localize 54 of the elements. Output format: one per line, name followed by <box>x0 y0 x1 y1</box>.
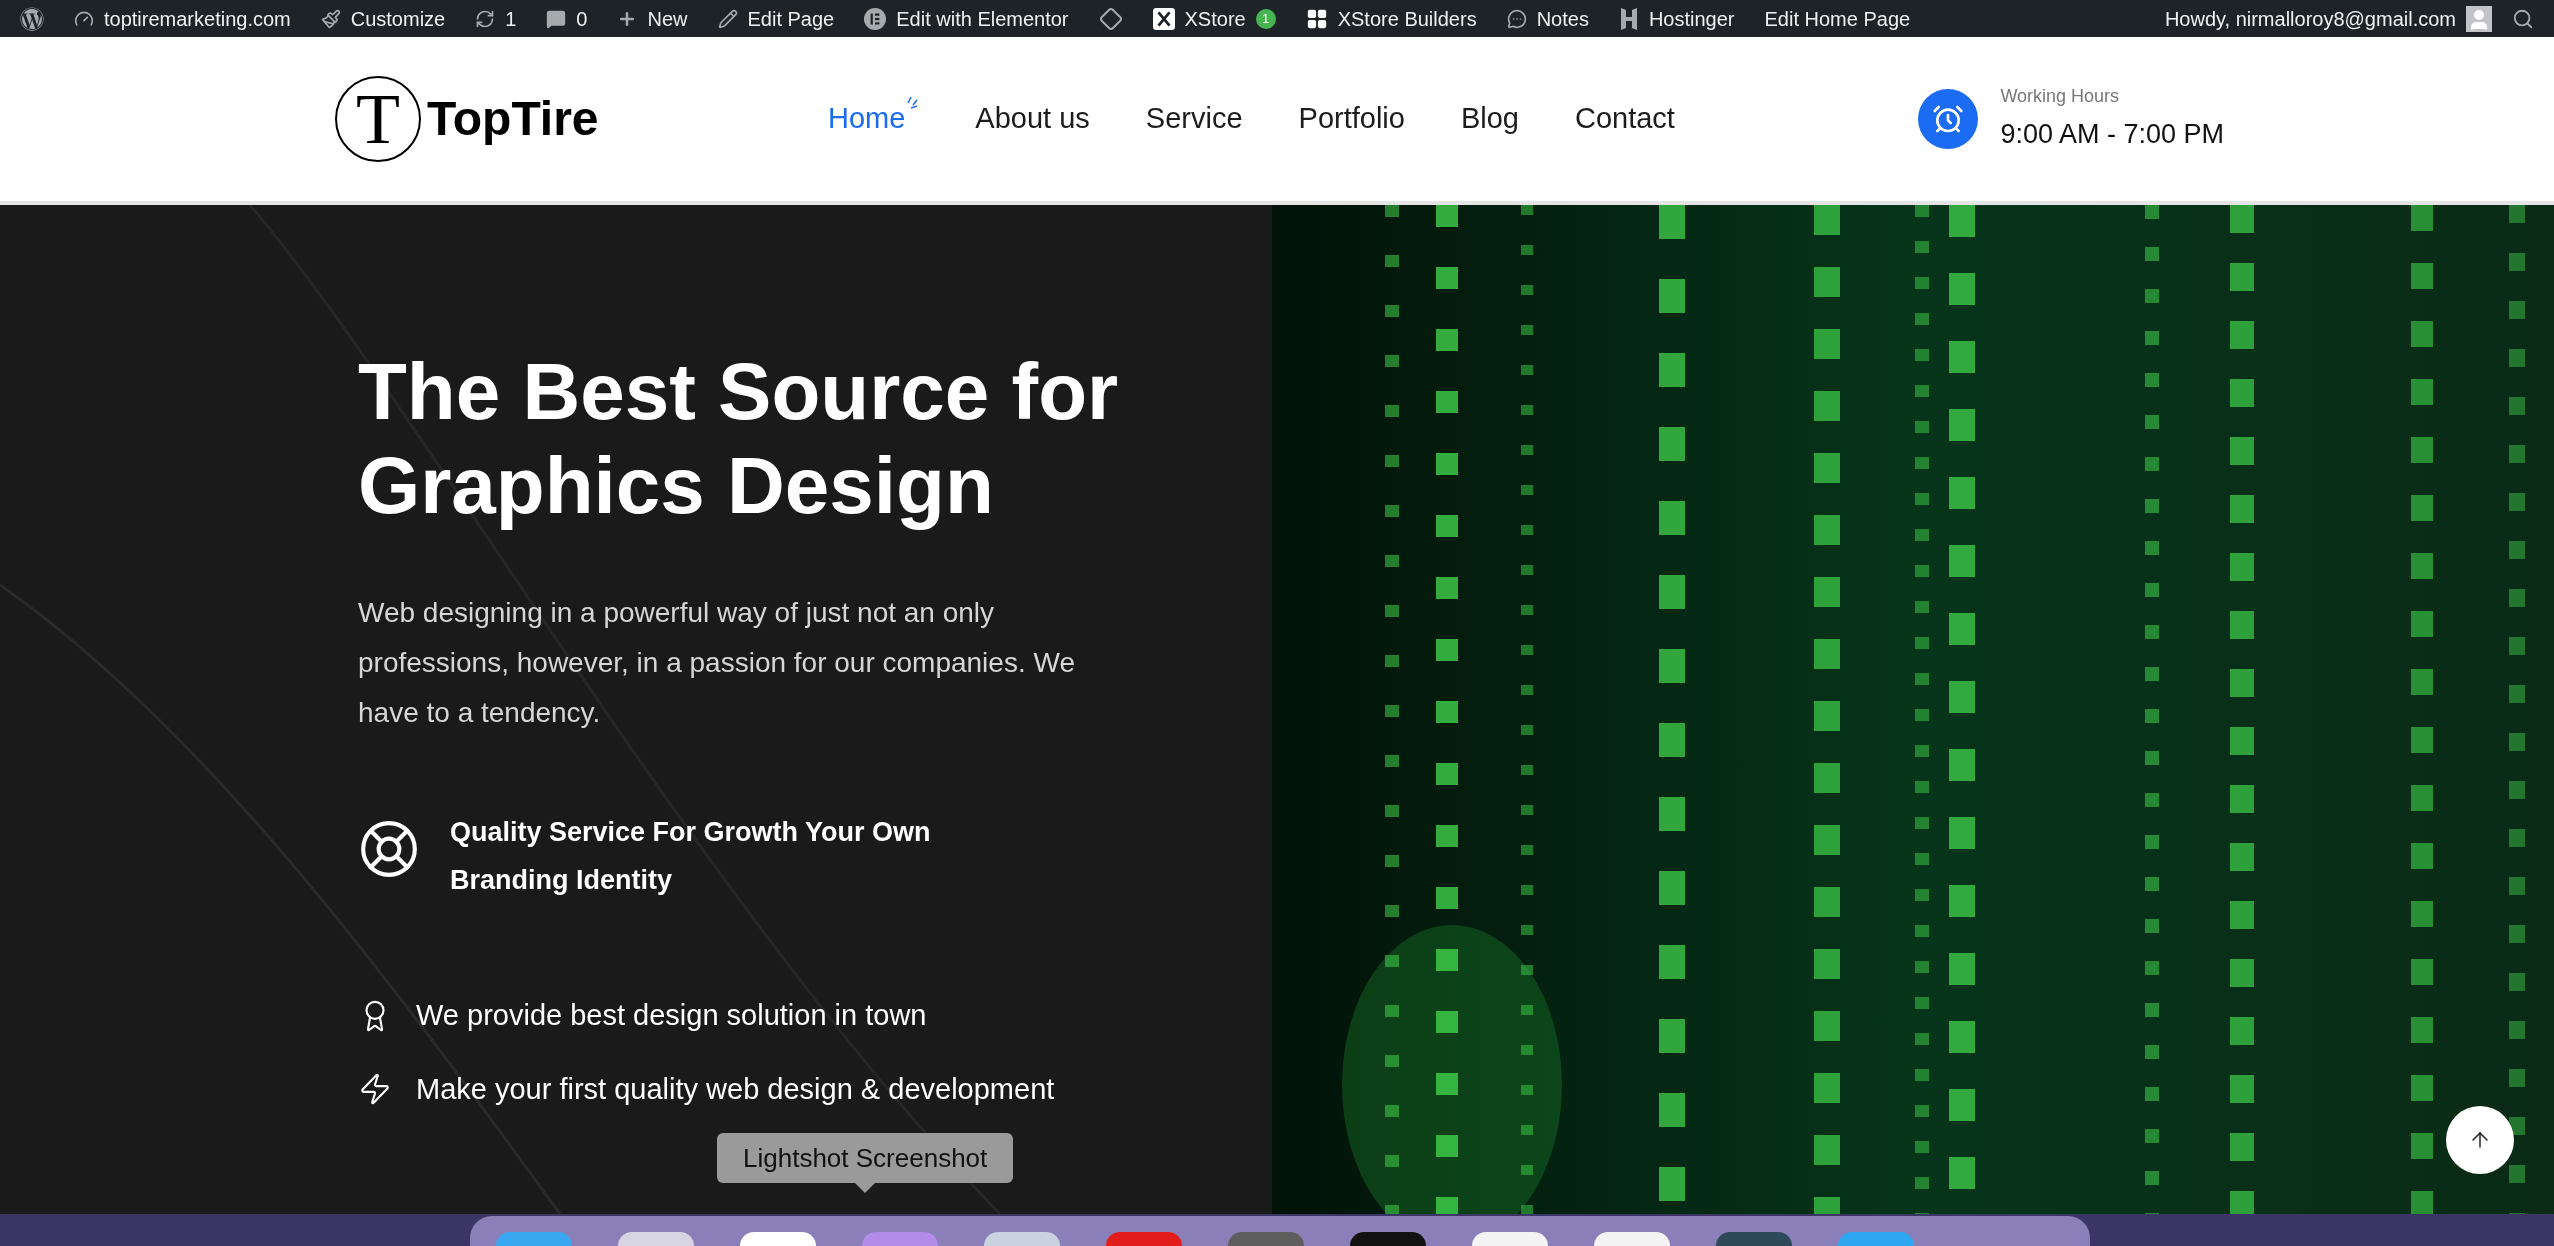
hero-title-line: The Best Source for <box>358 346 1120 438</box>
comment-icon <box>546 8 567 29</box>
nav-link[interactable]: Service <box>1145 97 1243 141</box>
chat-icon <box>1506 8 1527 29</box>
dock-app-icon[interactable] <box>1350 1232 1426 1246</box>
diamond-icon[interactable] <box>1098 6 1123 31</box>
nav-link[interactable]: Blog <box>1460 97 1519 141</box>
tooltip: Lightshot Screenshot <box>717 1133 1014 1183</box>
avatar-icon <box>2466 5 2492 32</box>
admin-bar-link[interactable]: toptiremarketing.com <box>104 3 291 34</box>
admin-bar-link[interactable]: New <box>647 3 688 34</box>
feature-text: Quality Service For Growth Your Own Branding Identity <box>450 816 932 897</box>
dock-app-icon[interactable] <box>1594 1232 1670 1246</box>
nav-link[interactable]: Contact <box>1575 97 1675 141</box>
wordpress-logo-icon[interactable] <box>20 6 44 31</box>
working-hours-value: 9:00 AM - 7:00 PM <box>2000 118 2224 152</box>
hero-title-line: Graphics Design <box>358 440 995 532</box>
lifebuoy-icon <box>358 818 420 880</box>
admin-bar-link[interactable]: Customize <box>350 3 446 34</box>
grid-icon <box>1305 7 1328 30</box>
dock-app-icon[interactable] <box>1716 1232 1792 1246</box>
admin-bar-link[interactable]: Edit with Elementor <box>896 3 1069 34</box>
admin-bar-link[interactable]: XStore Builders <box>1337 3 1477 34</box>
admin-bar-link[interactable]: 1 <box>505 3 517 34</box>
h-logo-icon <box>1618 6 1639 31</box>
alarm-clock-icon <box>1932 103 1965 135</box>
nav-link[interactable]: About us <box>975 97 1090 141</box>
admin-bar-link[interactable]: XStore <box>1184 3 1246 34</box>
admin-bar-link[interactable]: Edit Page <box>747 3 835 34</box>
working-hours-label: Working Hours <box>2000 85 2121 109</box>
account-greeting[interactable]: Howdy, nirmalloroy8@gmail.com <box>2164 3 2456 34</box>
admin-bar-link[interactable]: 0 <box>576 3 588 34</box>
bullet-text: Make your first quality web design & development <box>416 1071 1055 1107</box>
admin-bar-link[interactable]: Notes <box>1536 3 1589 34</box>
admin-bar-link[interactable]: Edit Home Page <box>1764 3 1911 34</box>
dock-app-icon[interactable] <box>984 1232 1060 1246</box>
admin-bar-link[interactable]: Hostinger <box>1648 3 1735 34</box>
nav-link[interactable]: Home <box>828 97 906 141</box>
refresh-icon <box>475 8 496 29</box>
logo-text[interactable]: TopTire <box>427 83 599 155</box>
elementor-icon <box>864 7 887 30</box>
nav-link[interactable]: Portfolio <box>1298 97 1405 141</box>
bullet-text: We provide best design solution in town <box>416 998 927 1033</box>
tooltip-pointer-icon <box>855 1183 876 1193</box>
x-logo-icon <box>1152 7 1175 30</box>
sparkle-icon <box>905 95 920 110</box>
dock-app-icon[interactable] <box>740 1232 816 1246</box>
brush-icon <box>320 8 341 29</box>
count-badge: 1 <box>1255 8 1276 29</box>
search-icon[interactable] <box>2512 7 2534 30</box>
dock-app-icon[interactable] <box>618 1232 694 1246</box>
dock-app-icon[interactable] <box>1472 1232 1548 1246</box>
pencil-icon <box>717 8 738 29</box>
hero-description: Web designing in a powerful way of just not an only professions, however, in a passion for our companies. We have to a tendency. <box>358 596 1076 730</box>
